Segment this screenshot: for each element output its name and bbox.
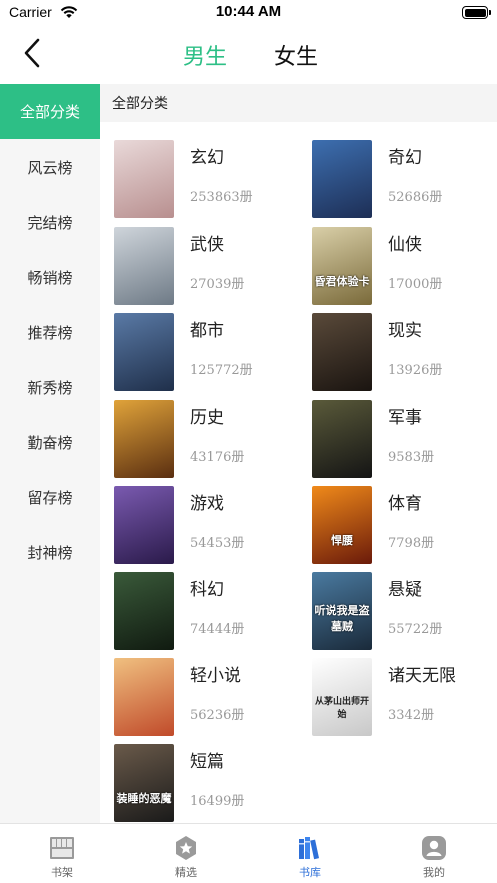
tab-bookshelf[interactable]: 书架 [0,824,124,883]
cover-title: 听说我是盗墓贼 [314,604,370,633]
category-item-kehuan[interactable]: 科幻 74444册 [114,572,304,652]
category-item-lishi[interactable]: 历史 43176册 [114,400,304,480]
cover-title: 昏君体验卡 [314,275,370,288]
book-cover [114,486,174,564]
category-item-dushi[interactable]: 都市 125772册 [114,313,304,393]
category-name: 仙侠 [388,235,422,255]
category-name: 奇幻 [388,148,422,168]
category-count: 9583册 [388,450,435,465]
tab-female[interactable]: 女生 [274,39,318,71]
category-count: 54453册 [190,536,245,551]
tab-male[interactable]: 男生 [183,39,227,71]
book-cover: 昏君体验卡 [312,227,372,305]
category-item-xianxia[interactable]: 昏君体验卡 仙侠 17000册 [312,227,497,307]
bookshelf-icon [50,837,74,859]
profile-icon [422,836,446,860]
category-content: 全部分类 玄幻 253863册 奇幻 52686册 武侠 27039册 昏君体验… [100,84,497,823]
category-count: 253863册 [190,190,253,205]
category-count: 7798册 [388,536,435,551]
sidebar-item-fengyun[interactable]: 风云榜 [0,140,100,195]
cover-title: 从茅山出师开始 [314,697,369,720]
sidebar-item-newcomer[interactable]: 新秀榜 [0,360,100,415]
sidebar-item-retention[interactable]: 留存榜 [0,470,100,525]
bottom-tab-bar: 书架 精选 书库 我的 [0,823,497,883]
tab-featured[interactable]: 精选 [124,824,248,883]
tab-library[interactable]: 书库 [248,824,372,883]
category-item-zhutianwuxian[interactable]: 从茅山出师开始 诸天无限 3342册 [312,658,497,738]
book-cover [114,658,174,736]
section-header: 全部分类 [100,84,497,122]
category-name: 现实 [388,321,422,341]
star-badge-icon [176,836,196,860]
category-item-xuanhuan[interactable]: 玄幻 253863册 [114,140,304,220]
category-count: 13926册 [388,363,443,378]
sidebar-item-completed[interactable]: 完结榜 [0,195,100,250]
cover-title: 悍腰 [331,534,353,547]
library-books-icon [299,837,320,860]
category-item-junshi[interactable]: 军事 9583册 [312,400,497,480]
category-name: 都市 [190,321,224,341]
category-count: 56236册 [190,708,245,723]
category-name: 悬疑 [388,580,422,600]
category-count: 3342册 [388,708,435,723]
tab-label: 我的 [423,866,445,879]
category-name: 轻小说 [190,666,241,686]
cover-title: 装睡的恶魔 [116,792,172,805]
sidebar-item-bestseller[interactable]: 畅销榜 [0,250,100,305]
nav-bar: 男生 女生 [0,26,497,84]
book-cover: 装睡的恶魔 [114,744,174,822]
category-item-youxi[interactable]: 游戏 54453册 [114,486,304,566]
book-cover: 听说我是盗墓贼 [312,572,372,650]
tab-label: 精选 [175,866,197,879]
category-name: 短篇 [190,752,224,772]
sidebar: 全部分类 风云榜 完结榜 畅销榜 推荐榜 新秀榜 勤奋榜 留存榜 封神榜 [0,84,100,823]
category-count: 27039册 [190,277,245,292]
category-item-wuxia[interactable]: 武侠 27039册 [114,227,304,307]
category-count: 43176册 [190,450,245,465]
section-title: 全部分类 [112,96,168,112]
book-cover: 从茅山出师开始 [312,658,372,736]
tab-profile[interactable]: 我的 [372,824,496,883]
book-cover [114,400,174,478]
tab-label: 书库 [299,866,321,879]
category-count: 125772册 [190,363,253,378]
tab-label: 书架 [51,866,73,879]
book-cover [312,400,372,478]
book-cover [114,227,174,305]
status-time: 10:44 AM [215,3,282,20]
category-name: 科幻 [190,580,224,600]
category-name: 游戏 [190,494,224,514]
category-item-duanpian[interactable]: 装睡的恶魔 短篇 16499册 [114,744,304,824]
sidebar-item-diligent[interactable]: 勤奋榜 [0,415,100,470]
book-cover [114,313,174,391]
sidebar-item-fengshen[interactable]: 封神榜 [0,525,100,580]
book-cover [312,140,372,218]
book-cover [114,140,174,218]
category-count: 52686册 [388,190,443,205]
category-count: 16499册 [190,794,245,809]
chevron-left-icon[interactable] [18,36,48,70]
category-item-xianshi[interactable]: 现实 13926册 [312,313,497,393]
book-cover [114,572,174,650]
status-bar: Carrier 10:44 AM [0,0,497,26]
battery-icon [462,6,491,19]
category-count: 74444册 [190,622,245,637]
sidebar-item-recommended[interactable]: 推荐榜 [0,305,100,360]
category-name: 体育 [388,494,422,514]
sidebar-item-all-categories[interactable]: 全部分类 [0,84,100,139]
category-count: 17000册 [388,277,443,292]
category-count: 55722册 [388,622,443,637]
category-item-xuanyi[interactable]: 听说我是盗墓贼 悬疑 55722册 [312,572,497,652]
category-name: 诸天无限 [388,666,456,686]
book-cover [312,313,372,391]
category-name: 武侠 [190,235,224,255]
category-item-qingxiaoshuo[interactable]: 轻小说 56236册 [114,658,304,738]
category-item-qihuan[interactable]: 奇幻 52686册 [312,140,497,220]
category-item-tiyu[interactable]: 悍腰 体育 7798册 [312,486,497,566]
category-name: 历史 [190,408,224,428]
category-name: 军事 [388,408,422,428]
book-cover: 悍腰 [312,486,372,564]
category-name: 玄幻 [190,148,224,168]
